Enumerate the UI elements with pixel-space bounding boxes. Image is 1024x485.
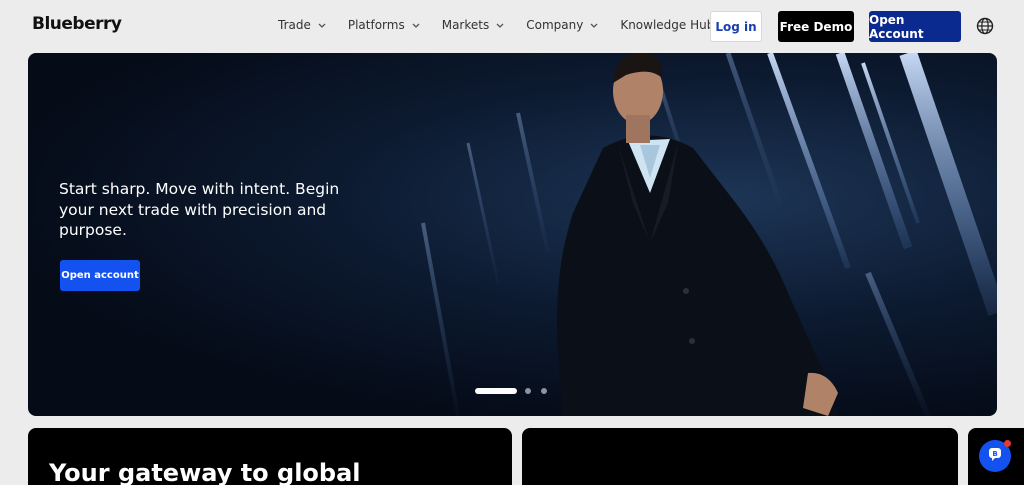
notification-dot-icon	[1004, 440, 1011, 447]
brand-logo[interactable]: Blueberry	[32, 14, 122, 34]
nav-item-markets[interactable]: Markets	[442, 18, 505, 32]
chevron-down-icon	[496, 23, 504, 28]
feature-card-1: Your gateway to global	[28, 428, 512, 485]
nav-item-label: Company	[526, 18, 584, 32]
feature-card-2	[522, 428, 958, 485]
nav-item-label: Platforms	[347, 18, 405, 32]
chat-icon: B	[987, 446, 1003, 466]
hero-headline: Start sharp. Move with intent. Begin you…	[59, 180, 340, 239]
globe-icon[interactable]	[976, 17, 994, 35]
nav-item-platforms[interactable]: Platforms	[348, 18, 420, 32]
carousel-indicators	[475, 388, 557, 394]
chevron-down-icon	[590, 23, 598, 28]
nav-item-label: Trade	[278, 18, 311, 32]
carousel-dot-2[interactable]	[525, 388, 531, 394]
nav-item-trade[interactable]: Trade	[278, 18, 326, 32]
svg-text:B: B	[992, 450, 997, 458]
hero-banner: Start sharp. Move with intent. Begin you…	[28, 53, 997, 416]
free-demo-button[interactable]: Free Demo	[778, 11, 854, 42]
top-navigation: Blueberry Trade Platforms Markets Compan…	[0, 0, 1024, 52]
open-account-button[interactable]: Open Account	[869, 11, 961, 42]
nav-item-label: Markets	[441, 18, 490, 32]
carousel-dot-1[interactable]	[475, 388, 517, 394]
chevron-down-icon	[318, 23, 326, 28]
main-menu: Trade Platforms Markets Company Knowledg…	[278, 18, 751, 32]
login-button[interactable]: Log in	[710, 11, 762, 42]
nav-item-label: Knowledge Hub	[620, 18, 715, 32]
nav-item-company[interactable]: Company	[526, 18, 598, 32]
feature-card-title: Your gateway to global	[49, 459, 361, 485]
carousel-dot-3[interactable]	[541, 388, 547, 394]
hero-open-account-button[interactable]: Open account	[60, 260, 140, 291]
chevron-down-icon	[412, 23, 420, 28]
